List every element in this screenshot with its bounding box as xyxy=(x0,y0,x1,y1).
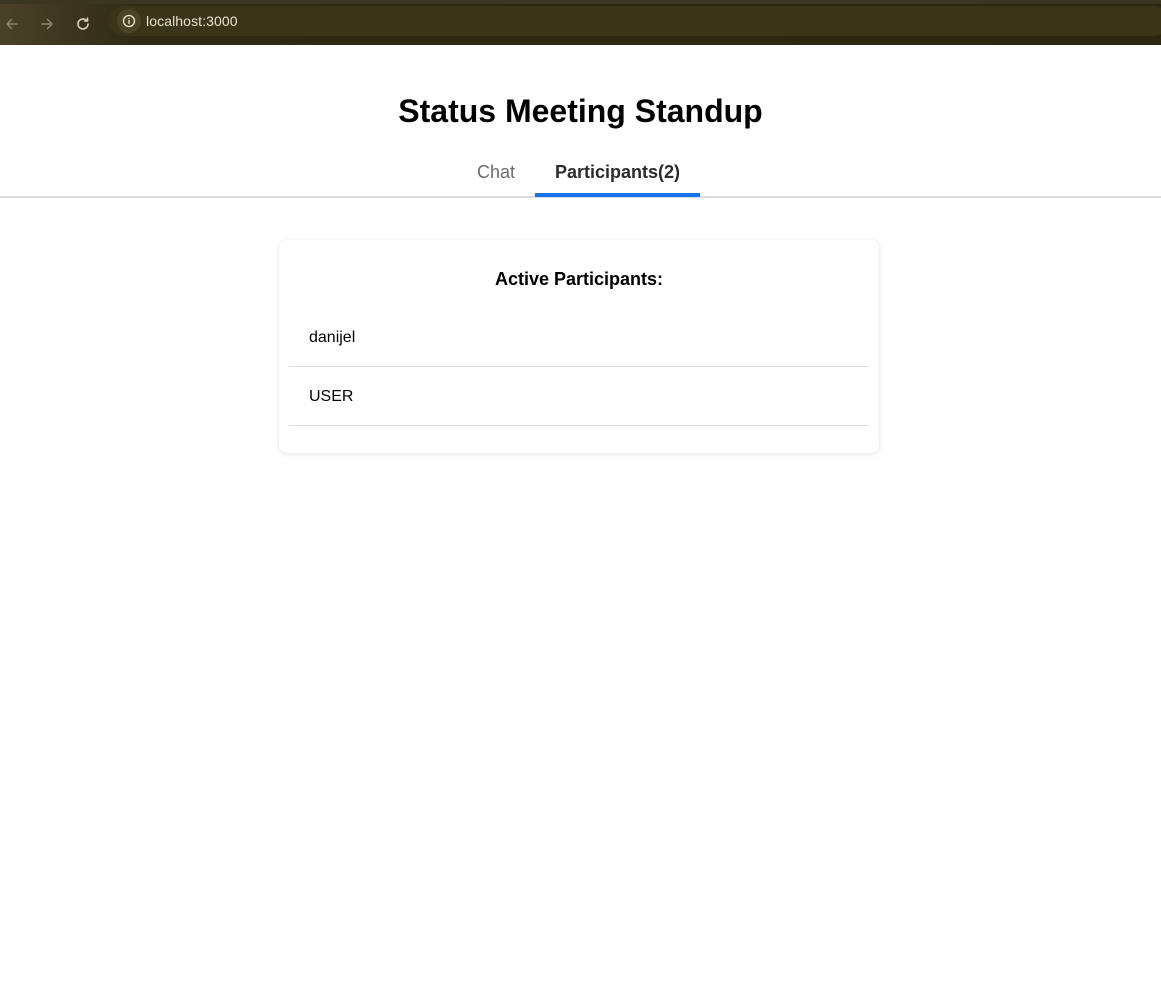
reload-icon xyxy=(77,17,89,30)
arrow-left-icon xyxy=(6,18,18,30)
tab-bar: Chat Participants(2) xyxy=(0,150,1161,198)
tab-chat[interactable]: Chat xyxy=(457,162,535,197)
participant-item: danijel xyxy=(289,308,869,367)
info-icon xyxy=(122,14,136,28)
url-text[interactable]: localhost:3000 xyxy=(146,13,238,29)
participant-item: USER xyxy=(289,367,869,426)
address-bar[interactable]: localhost:3000 xyxy=(109,6,1161,36)
page-title: Status Meeting Standup xyxy=(398,93,763,129)
reload-button[interactable] xyxy=(70,11,96,37)
participants-card: Active Participants: danijel USER xyxy=(279,240,879,453)
participant-name: USER xyxy=(309,388,354,405)
arrow-right-icon xyxy=(41,18,53,30)
browser-toolbar: localhost:3000 xyxy=(0,0,1161,45)
participant-name: danijel xyxy=(309,329,356,346)
forward-button[interactable] xyxy=(34,11,60,37)
tab-participants[interactable]: Participants(2) xyxy=(535,162,700,197)
participants-heading: Active Participants: xyxy=(494,269,664,289)
site-info-button[interactable] xyxy=(117,9,141,33)
back-button[interactable] xyxy=(0,11,25,37)
